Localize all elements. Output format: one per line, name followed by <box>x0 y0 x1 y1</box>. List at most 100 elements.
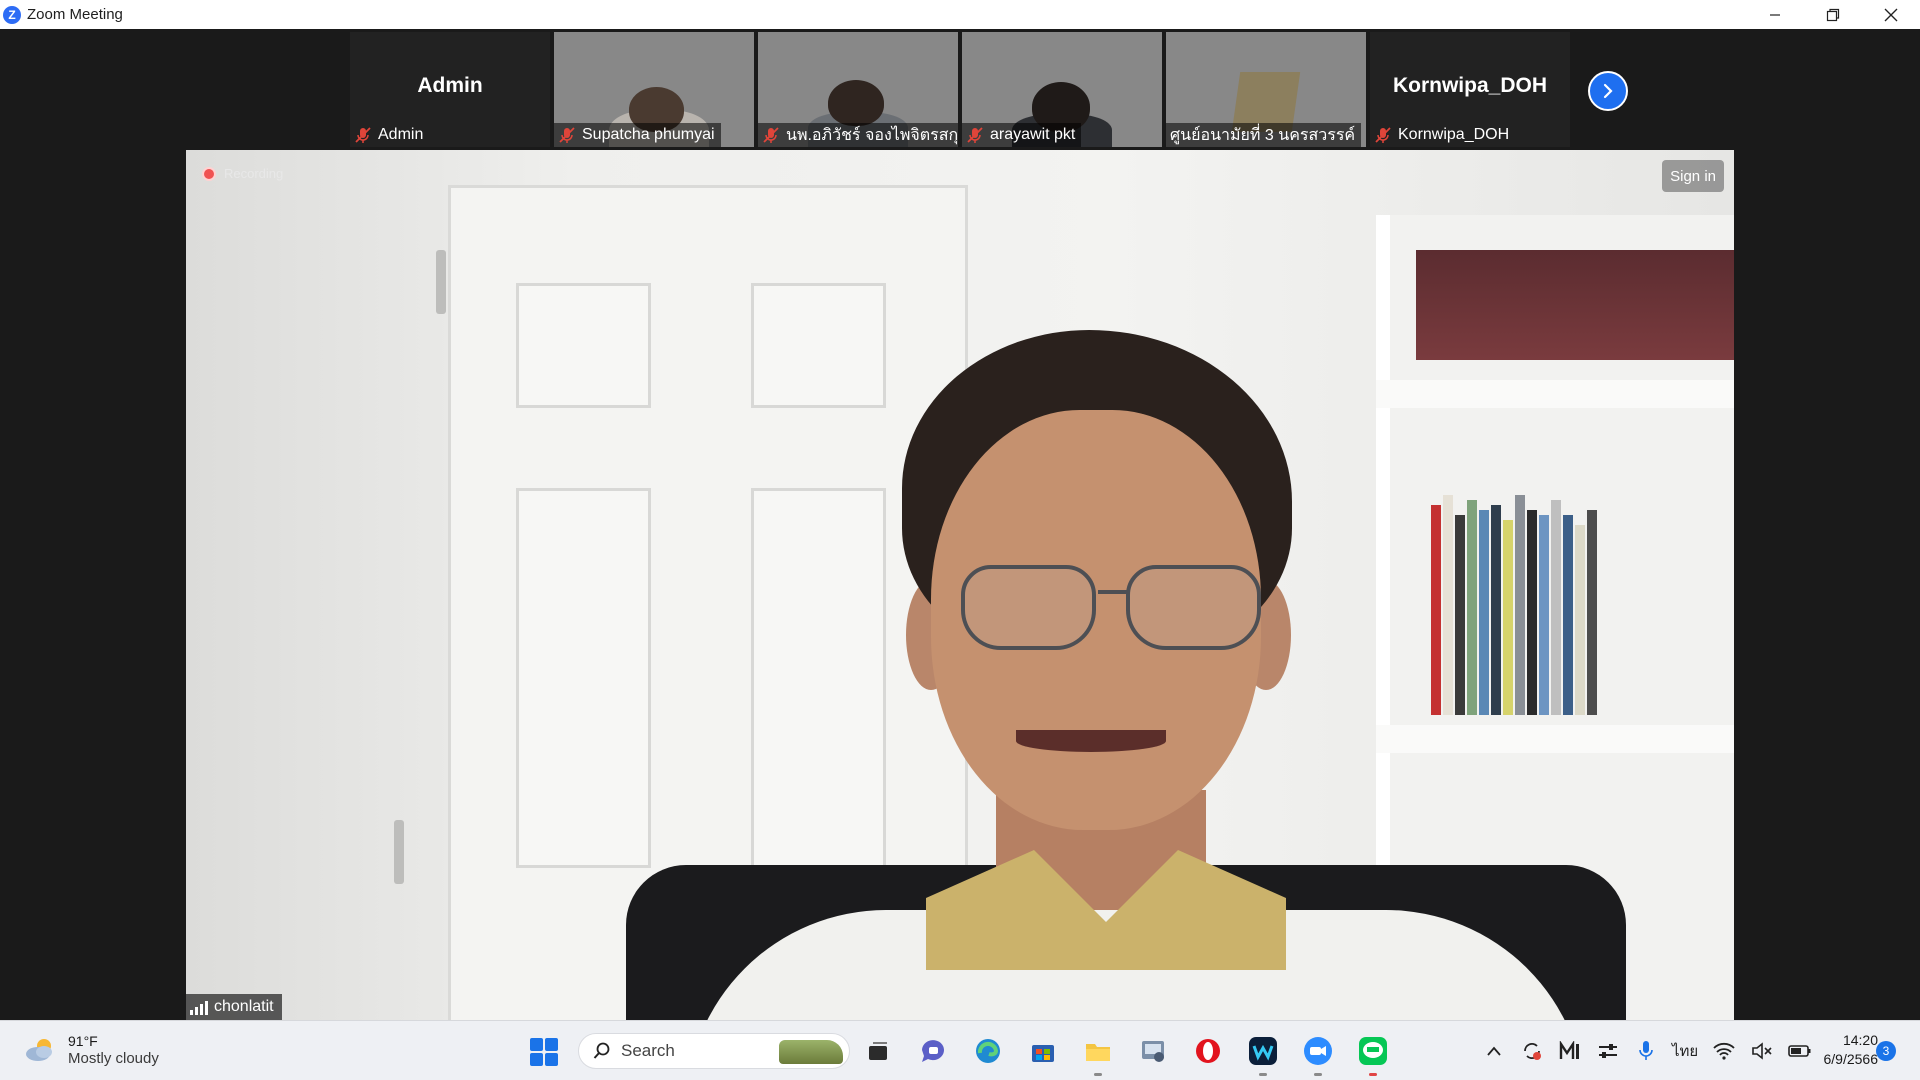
wifi-icon <box>1713 1042 1735 1060</box>
participant-tile-health-center[interactable]: ศูนย์อนามัยที่ 3 นครสวรรค์ <box>1166 32 1366 147</box>
line-app-icon <box>1359 1037 1387 1065</box>
video-speaker-glasses <box>1126 565 1261 650</box>
running-indicator <box>1259 1073 1267 1076</box>
participant-name: arayawit pkt <box>990 126 1076 143</box>
weather-temperature: 91°F <box>68 1033 98 1049</box>
mic-muted-icon <box>967 127 983 143</box>
webex-icon <box>1249 1037 1277 1065</box>
weather-description: Mostly cloudy <box>68 1050 159 1067</box>
clock-date: 6/9/2566 <box>1823 1051 1879 1067</box>
close-icon <box>1884 8 1898 21</box>
edge-browser-button[interactable] <box>970 1033 1006 1069</box>
participant-big-name: Kornwipa_DOH <box>1392 74 1547 97</box>
participant-video-face <box>828 80 884 126</box>
recording-dot-icon <box>202 166 216 181</box>
meeting-area: Admin Admin Supatcha phumyai นพ.อภิวัชร์… <box>0 29 1920 1020</box>
webex-app-button[interactable] <box>1245 1033 1281 1076</box>
task-view-button[interactable] <box>860 1033 896 1069</box>
running-indicator <box>1314 1073 1322 1076</box>
start-button[interactable] <box>530 1038 558 1066</box>
folder-icon <box>1086 1044 1110 1061</box>
sliders-icon <box>1599 1044 1617 1058</box>
shelf-books <box>1431 495 1597 715</box>
weather-widget[interactable]: 91°F Mostly cloudy <box>24 1032 159 1068</box>
taskbar-clock[interactable]: 14:20 6/9/2566 <box>1802 1031 1879 1069</box>
participant-label: arayawit pkt <box>962 123 1082 147</box>
task-view-icon <box>869 1042 887 1060</box>
settings-tray-button[interactable] <box>1596 1039 1620 1063</box>
minimize-icon <box>1770 13 1780 16</box>
door-panel <box>751 488 886 868</box>
participant-tile-doctor[interactable]: นพ.อภิวัชร์ จองไพจิตรสกุล <box>758 32 958 147</box>
participant-tile-kornwipa[interactable]: Kornwipa_DOH Kornwipa_DOH <box>1370 32 1570 147</box>
store-icon <box>1032 1045 1054 1062</box>
window-controls <box>1746 0 1920 29</box>
show-hidden-icons-button[interactable] <box>1482 1039 1506 1063</box>
video-speaker-mouth <box>1016 730 1166 752</box>
title-bar: Z Zoom Meeting <box>0 0 1920 29</box>
chat-app-button[interactable] <box>915 1033 951 1069</box>
participant-tile-supatcha[interactable]: Supatcha phumyai <box>554 32 754 147</box>
file-explorer-button[interactable] <box>1080 1033 1116 1076</box>
taskbar-search-box[interactable]: Search <box>578 1033 850 1069</box>
mic-muted-icon <box>559 127 575 143</box>
microphone-icon <box>1639 1041 1653 1060</box>
participant-name: ศูนย์อนามัยที่ 3 นครสวรรค์ <box>1170 126 1356 144</box>
participant-label: Supatcha phumyai <box>554 123 721 147</box>
microsoft-store-button[interactable] <box>1025 1033 1061 1069</box>
participant-name: Admin <box>378 126 424 143</box>
zoom-app-icon <box>1304 1037 1332 1065</box>
chat-icon <box>922 1040 944 1062</box>
sign-in-button[interactable]: Sign in <box>1662 160 1724 192</box>
sync-icon <box>1524 1043 1541 1060</box>
sync-tray-button[interactable] <box>1520 1039 1544 1063</box>
microphone-tray-button[interactable] <box>1634 1039 1658 1063</box>
participant-label: นพ.อภิวัชร์ จองไพจิตรสกุล <box>758 123 958 147</box>
zoom-app-button[interactable] <box>1300 1033 1336 1076</box>
shelf-folders <box>1416 250 1734 360</box>
video-speaker-glasses <box>961 565 1096 650</box>
minimize-button[interactable] <box>1746 0 1804 29</box>
opera-icon <box>1196 1039 1220 1063</box>
participant-label: Admin <box>350 123 429 147</box>
restore-button[interactable] <box>1804 0 1862 29</box>
search-icon <box>593 1042 610 1059</box>
door-hinge <box>394 820 404 884</box>
running-indicator <box>1369 1073 1377 1076</box>
brand-m-icon <box>1559 1041 1579 1059</box>
participant-tile-admin[interactable]: Admin Admin <box>350 32 550 147</box>
close-button[interactable] <box>1862 0 1920 29</box>
door-panel <box>751 283 886 408</box>
participant-big-name: Admin <box>417 74 483 97</box>
participant-label: ศูนย์อนามัยที่ 3 นครสวรรค์ <box>1166 123 1362 147</box>
active-speaker-video[interactable]: Recording Sign in chonlatit <box>186 150 1734 1020</box>
notification-badge[interactable]: 3 <box>1876 1041 1896 1061</box>
zoom-logo-icon: Z <box>3 5 21 24</box>
shelf-board <box>1376 725 1734 753</box>
participant-strip: Admin Admin Supatcha phumyai นพ.อภิวัชร์… <box>350 32 1570 147</box>
recording-indicator[interactable]: Recording <box>202 166 283 181</box>
control-panel-icon <box>1142 1041 1164 1062</box>
mic-muted-icon <box>763 127 779 143</box>
search-highlight-image <box>779 1040 843 1064</box>
control-panel-button[interactable] <box>1135 1033 1171 1069</box>
participant-name: Supatcha phumyai <box>582 126 715 143</box>
mic-muted-icon <box>1375 127 1391 143</box>
line-app-button[interactable] <box>1355 1033 1391 1076</box>
door-panel <box>516 283 651 408</box>
wifi-tray-button[interactable] <box>1712 1039 1736 1063</box>
restore-icon <box>1826 8 1840 21</box>
volume-tray-button[interactable] <box>1750 1039 1774 1063</box>
opera-browser-button[interactable] <box>1190 1033 1226 1069</box>
participant-tile-arayawit[interactable]: arayawit pkt <box>962 32 1162 147</box>
participant-name: นพ.อภิวัชร์ จองไพจิตรสกุล <box>786 126 958 144</box>
participant-name: Kornwipa_DOH <box>1398 126 1510 143</box>
mic-muted-icon <box>355 127 371 143</box>
volume-muted-icon <box>1752 1042 1772 1060</box>
partly-cloudy-icon <box>24 1037 56 1063</box>
input-language-indicator[interactable]: ไทย <box>1672 1039 1698 1063</box>
next-participants-button[interactable] <box>1588 71 1628 111</box>
app-tray-button[interactable] <box>1558 1039 1582 1063</box>
participant-label: Kornwipa_DOH <box>1370 123 1515 147</box>
chevron-right-icon <box>1603 83 1613 99</box>
